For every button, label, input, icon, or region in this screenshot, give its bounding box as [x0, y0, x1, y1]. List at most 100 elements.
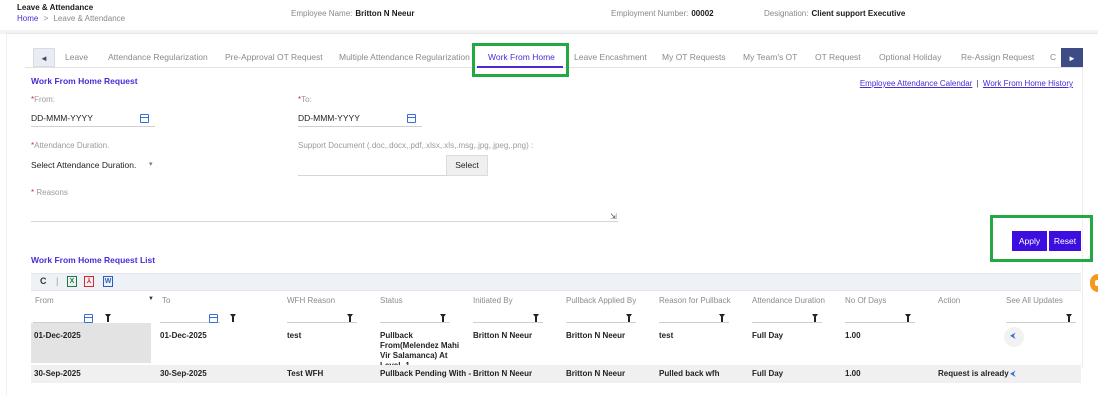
from-label-text: From:: [34, 95, 56, 104]
to-date-field[interactable]: DD-MMM-YYYY: [298, 111, 422, 127]
column-header-no-of-days[interactable]: No Of Days: [845, 296, 886, 305]
highlight-box-buttons: [990, 215, 1093, 262]
tab-optional-holiday[interactable]: Optional Holiday: [879, 52, 941, 62]
duration-label-text: Attendance Duration.: [34, 141, 110, 150]
cell-status: Pullback Pending With -: [380, 369, 472, 378]
cell-reason-for-pullback: test: [659, 331, 674, 340]
tab-scroll-right-button[interactable]: ►: [1061, 48, 1083, 67]
tab-my-teams-ot[interactable]: My Team's OT: [743, 52, 797, 62]
excel-export-icon[interactable]: X: [67, 276, 77, 287]
form-title: Work From Home Request: [31, 76, 138, 86]
resize-handle-icon[interactable]: ⇲: [610, 212, 617, 221]
cell-pullback-applied-by: Britton N Neeur: [566, 331, 626, 340]
megaphone-icon[interactable]: ⮜: [1010, 331, 1016, 341]
filter-icon[interactable]: [440, 314, 446, 322]
designation: Designation: Client support Executive: [764, 9, 905, 18]
column-header-reason-for-pullback[interactable]: Reason for Pullback: [659, 296, 731, 305]
employment-number-value: 00002: [691, 9, 714, 18]
column-header-wfh-reason[interactable]: WFH Reason: [287, 296, 335, 305]
to-label: *To:: [298, 95, 312, 104]
filter-input-attendance-duration[interactable]: [752, 322, 822, 323]
tab-my-ot-requests[interactable]: My OT Requests: [662, 52, 726, 62]
support-document-label: Support Document (.doc,.docx,.pdf,.xlsx,…: [298, 141, 534, 150]
column-header-status[interactable]: Status: [380, 296, 403, 305]
column-header-initiated-by[interactable]: Initiated By: [473, 296, 513, 305]
megaphone-icon[interactable]: ⮜: [1010, 369, 1016, 379]
filter-icon[interactable]: [105, 314, 111, 322]
cell-no-of-days: 1.00: [845, 369, 861, 378]
list-title: Work From Home Request List: [31, 255, 156, 265]
column-header-see-all-updates[interactable]: See All Updates: [1006, 296, 1063, 305]
page-header: Leave & Attendance Home > Leave & Attend…: [0, 0, 1098, 30]
work-from-home-history-link[interactable]: Work From Home History: [983, 79, 1073, 88]
filter-icon[interactable]: [626, 314, 632, 322]
from-label: *From:: [31, 95, 55, 104]
calendar-icon[interactable]: [209, 314, 218, 323]
sort-icon[interactable]: ▼: [148, 296, 154, 302]
column-header-attendance-duration[interactable]: Attendance Duration: [752, 296, 825, 305]
employment-number-label: Employment Number:: [611, 9, 689, 18]
filter-input-status[interactable]: [380, 322, 450, 323]
cell-wfh-reason: Test WFH: [287, 369, 324, 378]
calendar-icon[interactable]: [407, 114, 416, 123]
filter-icon[interactable]: [1066, 314, 1072, 322]
cell-attendance-duration: Full Day: [752, 331, 784, 340]
column-header-from[interactable]: From: [35, 296, 54, 305]
filter-icon[interactable]: [812, 314, 818, 322]
reasons-textarea[interactable]: [31, 221, 618, 222]
employee-name-value: Britton N Neeur: [355, 9, 415, 18]
breadcrumb-current: Leave & Attendance: [53, 14, 126, 23]
filter-input-no-of-days[interactable]: [845, 322, 915, 323]
employee-name-label: Employee Name:: [291, 9, 353, 18]
filter-input-see-all-updates[interactable]: [1006, 322, 1076, 323]
cell-pullback-applied-by: Britton N Neeur: [566, 369, 626, 378]
breadcrumb-separator: >: [43, 14, 49, 23]
word-export-icon[interactable]: W: [103, 276, 113, 287]
attendance-duration-select[interactable]: Select Attendance Duration. ▾: [31, 158, 155, 174]
tab-leave[interactable]: Leave: [65, 52, 88, 62]
designation-value: Client support Executive: [811, 9, 906, 18]
reasons-label: * Reasons: [31, 188, 68, 197]
cell-initiated-by: Britton N Neeur: [473, 369, 533, 378]
tab-overflow[interactable]: C: [1050, 52, 1056, 62]
selected-cell-highlight: [31, 323, 151, 363]
employee-attendance-calendar-link[interactable]: Employee Attendance Calendar: [860, 79, 973, 88]
from-date-field[interactable]: DD-MMM-YYYY: [31, 111, 155, 127]
cell-wfh-reason: test: [287, 331, 302, 340]
select-file-button[interactable]: Select: [446, 155, 488, 176]
tab-pre-approval-ot-request[interactable]: Pre-Approval OT Request: [225, 52, 323, 62]
attendance-duration-value: Select Attendance Duration.: [31, 160, 137, 170]
filter-input-wfh-reason[interactable]: [287, 322, 357, 323]
filter-icon[interactable]: [719, 314, 725, 322]
cell-to: 01-Dec-2025: [160, 331, 207, 340]
tab-scroll-left-button[interactable]: ◄: [33, 48, 55, 67]
chevron-down-icon: ▾: [149, 161, 153, 168]
filter-icon[interactable]: [533, 314, 539, 322]
filter-input-pullback-applied-by[interactable]: [566, 322, 636, 323]
cell-attendance-duration: Full Day: [752, 369, 784, 378]
tab-multiple-attendance-regularization[interactable]: Multiple Attendance Regularization: [339, 52, 470, 62]
tab-re-assign-request[interactable]: Re-Assign Request: [961, 52, 1034, 62]
tab-leave-encashment[interactable]: Leave Encashment: [574, 52, 647, 62]
filter-icon[interactable]: [230, 314, 236, 322]
cell-from: 01-Dec-2025: [34, 331, 81, 340]
filter-icon[interactable]: [347, 314, 353, 322]
support-document-field[interactable]: [298, 175, 446, 176]
filter-input-initiated-by[interactable]: [473, 322, 543, 323]
cell-action: Request is already: [938, 369, 1009, 378]
filter-icon[interactable]: [905, 314, 911, 322]
pdf-export-icon[interactable]: ⅄: [84, 276, 94, 287]
refresh-icon[interactable]: C: [40, 276, 47, 287]
filter-input-reason-for-pullback[interactable]: [659, 322, 729, 323]
tab-ot-request[interactable]: OT Request: [815, 52, 861, 62]
cell-from: 30-Sep-2025: [34, 369, 81, 378]
column-header-to[interactable]: To: [162, 296, 170, 305]
column-header-action[interactable]: Action: [938, 296, 960, 305]
card-right-border: [1082, 48, 1083, 368]
calendar-icon[interactable]: [84, 314, 93, 323]
breadcrumb-home-link[interactable]: Home: [17, 14, 38, 23]
links-separator: |: [976, 79, 979, 88]
tab-attendance-regularization[interactable]: Attendance Regularization: [108, 52, 208, 62]
calendar-icon[interactable]: [140, 114, 149, 123]
column-header-pullback-applied-by[interactable]: Pullback Applied By: [566, 296, 636, 305]
